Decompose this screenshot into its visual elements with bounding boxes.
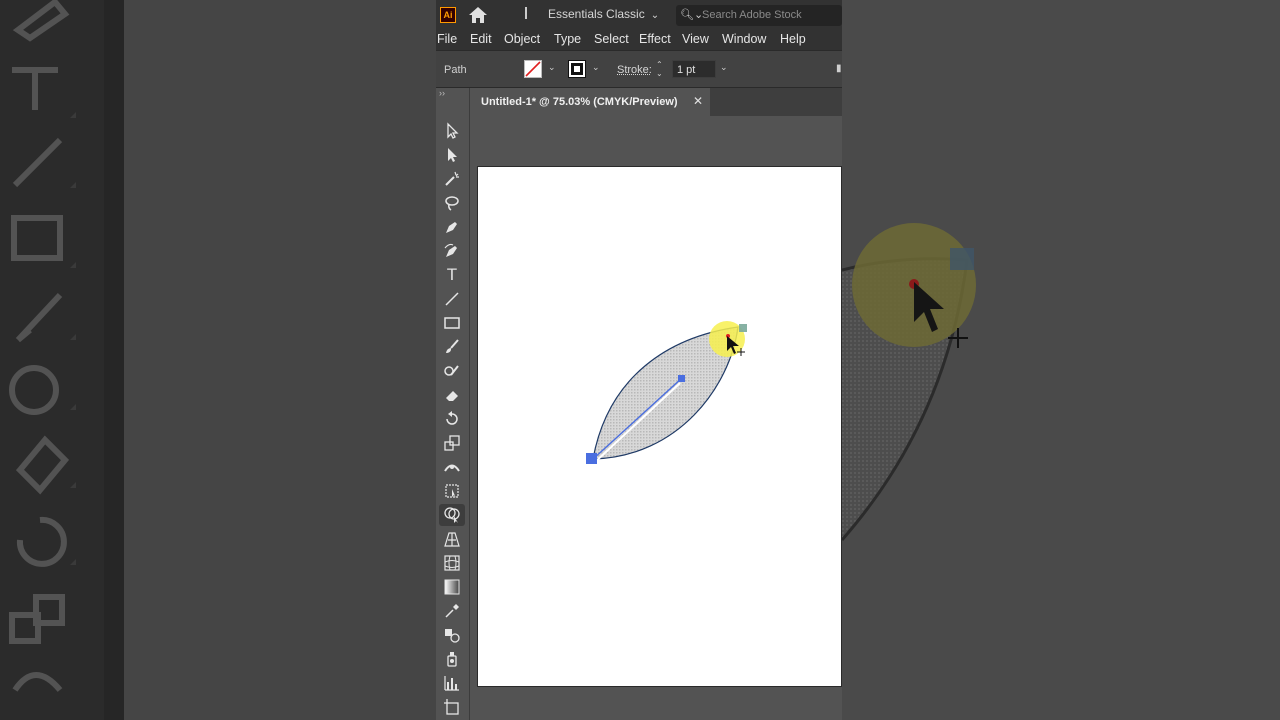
scale-tool-icon[interactable] xyxy=(439,432,465,454)
tools-panel: ›› T xyxy=(436,88,470,720)
eyedropper-tool-icon[interactable] xyxy=(439,600,465,622)
artboard-tool-icon[interactable] xyxy=(439,696,465,718)
stroke-stepper[interactable]: ⌃ ⌄ xyxy=(656,60,663,78)
close-icon[interactable]: ✕ xyxy=(693,94,703,108)
home-icon xyxy=(469,7,487,23)
illustrator-window: Ai Essentials Classic ⌄ 🔍︎⌄ Search Adobe … xyxy=(436,0,842,720)
direct-selection-tool-icon[interactable] xyxy=(439,144,465,166)
app-logo: Ai xyxy=(440,7,456,23)
rectangle-tool-icon[interactable] xyxy=(439,312,465,334)
zoomed-leaf-detail xyxy=(842,223,976,541)
search-icon: 🔍︎⌄ xyxy=(680,9,704,21)
curvature-tool-icon[interactable] xyxy=(439,240,465,262)
anchor-point-start xyxy=(586,453,597,464)
workspace-switcher[interactable]: Essentials Classic ⌄ xyxy=(548,7,659,21)
search-stock-field[interactable]: 🔍︎⌄ Search Adobe Stock xyxy=(676,5,842,26)
menu-file[interactable]: File xyxy=(437,32,457,46)
magic-wand-tool-icon[interactable] xyxy=(439,168,465,190)
home-button[interactable] xyxy=(468,6,488,24)
fill-swatch[interactable] xyxy=(524,60,542,78)
paintbrush-tool-icon[interactable] xyxy=(439,336,465,358)
document-tab[interactable]: Untitled-1* @ 75.03% (CMYK/Preview) ✕ xyxy=(470,88,710,116)
canvas-area[interactable] xyxy=(470,116,842,720)
panel-menu-icon[interactable]: ▮ xyxy=(836,63,842,74)
stroke-weight-chevron-icon[interactable]: ⌄ xyxy=(720,62,728,73)
control-bar: Path ⌄ ⌄ Stroke: ⌃ ⌄ 1 pt ⌄ ▮ xyxy=(436,50,842,88)
shape-builder-tool-icon[interactable] xyxy=(439,504,465,526)
mesh-tool-icon[interactable] xyxy=(439,552,465,574)
fill-dropdown-chevron-icon[interactable]: ⌄ xyxy=(548,62,556,73)
menu-type[interactable]: Type xyxy=(554,32,581,46)
column-graph-tool-icon[interactable] xyxy=(439,672,465,694)
menu-bar: File Edit Object Type Select Effect View… xyxy=(436,30,842,50)
chevron-down-icon: ⌄ xyxy=(650,10,660,21)
type-tool-icon[interactable]: T xyxy=(439,264,465,286)
shaper-tool-icon[interactable] xyxy=(439,360,465,382)
menu-help[interactable]: Help xyxy=(780,32,806,46)
anchor-point-end xyxy=(739,324,747,332)
symbol-sprayer-tool-icon[interactable] xyxy=(439,648,465,670)
lasso-tool-icon[interactable] xyxy=(439,192,465,214)
stroke-weight-field[interactable]: 1 pt xyxy=(672,60,716,78)
menu-effect[interactable]: Effect xyxy=(639,32,671,46)
stroke-swatch[interactable] xyxy=(568,60,586,78)
gradient-tool-icon[interactable] xyxy=(439,576,465,598)
selection-type-label: Path xyxy=(444,64,467,76)
workspace-label: Essentials Classic xyxy=(548,7,645,21)
rotate-tool-icon[interactable] xyxy=(439,408,465,430)
perspective-grid-tool-icon[interactable] xyxy=(439,528,465,550)
pen-tool-icon[interactable] xyxy=(439,216,465,238)
zoomed-tool-icons xyxy=(9,0,76,692)
menu-select[interactable]: Select xyxy=(594,32,629,46)
menu-object[interactable]: Object xyxy=(504,32,540,46)
artboard[interactable] xyxy=(477,166,842,687)
collapse-panel-icon[interactable]: ›› xyxy=(439,88,445,98)
eraser-tool-icon[interactable] xyxy=(439,384,465,406)
anchor-point-handle xyxy=(678,375,685,382)
stroke-dropdown-chevron-icon[interactable]: ⌄ xyxy=(592,62,600,73)
blend-tool-icon[interactable] xyxy=(439,624,465,646)
background-strip-dark xyxy=(104,0,124,720)
stroke-label[interactable]: Stroke: xyxy=(617,64,652,76)
free-transform-tool-icon[interactable] xyxy=(439,480,465,502)
stroke-color-icon xyxy=(571,63,583,75)
search-placeholder: Search Adobe Stock xyxy=(702,9,802,21)
background-left-zoomed-toolbar xyxy=(0,0,436,720)
line-segment-tool-icon[interactable] xyxy=(439,288,465,310)
selection-tool-icon[interactable] xyxy=(439,120,465,142)
title-bar: Ai Essentials Classic ⌄ 🔍︎⌄ Search Adobe … xyxy=(436,0,842,30)
menu-view[interactable]: View xyxy=(682,32,709,46)
menu-window[interactable]: Window xyxy=(722,32,766,46)
background-right-zoomed-canvas xyxy=(842,0,1280,720)
width-tool-icon[interactable] xyxy=(439,456,465,478)
menu-edit[interactable]: Edit xyxy=(470,32,492,46)
no-fill-icon xyxy=(525,61,541,77)
document-tab-bar: Untitled-1* @ 75.03% (CMYK/Preview) ✕ xyxy=(470,88,842,116)
titlebar-divider xyxy=(525,7,527,19)
leaf-artwork[interactable] xyxy=(478,167,842,687)
document-tab-title: Untitled-1* @ 75.03% (CMYK/Preview) xyxy=(481,96,678,108)
